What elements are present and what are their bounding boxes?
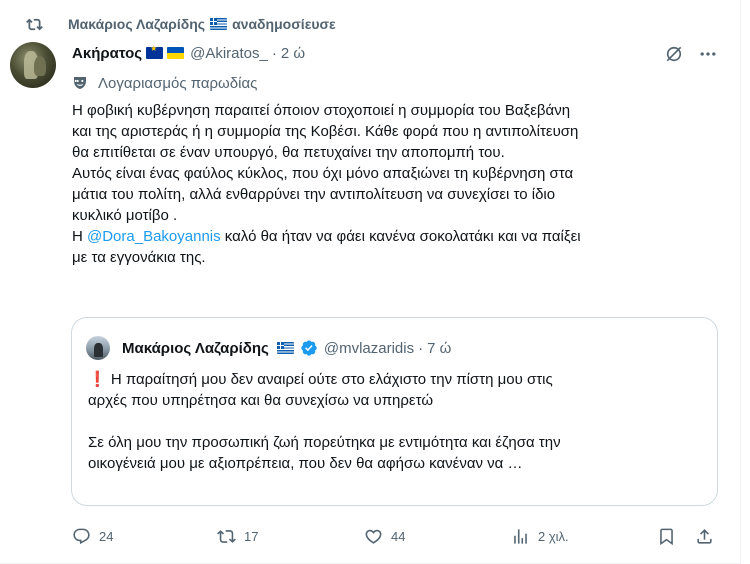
grok-icon[interactable] bbox=[664, 44, 684, 64]
parody-label: Λογαριασμός παρωδίας bbox=[72, 73, 257, 93]
mention-prefix: Η bbox=[72, 228, 87, 245]
parody-text: Λογαριασμός παρωδίας bbox=[98, 74, 258, 92]
more-options-icon[interactable] bbox=[698, 44, 718, 64]
reply-count: 24 bbox=[99, 528, 114, 544]
post-line: κυκλικό μοτίβο . bbox=[72, 207, 178, 224]
repost-icon bbox=[217, 529, 236, 543]
reply-button[interactable]: 24 bbox=[72, 524, 113, 548]
ukraine-flag-icon bbox=[167, 47, 185, 59]
action-bar: 24 17 44 2 χιλ. bbox=[72, 524, 722, 548]
quoted-line: ❗ Η παραίτησή μου δεν αναιρεί ούτε στο ε… bbox=[88, 371, 553, 388]
views-chart-icon bbox=[514, 528, 527, 544]
views-count: 2 χιλ. bbox=[538, 528, 569, 544]
bookmark-button[interactable] bbox=[657, 524, 676, 548]
repost-user-name[interactable]: Μακάριος Λαζαρίδης bbox=[68, 16, 205, 32]
quoted-separator: · bbox=[418, 339, 424, 357]
post-line-mention: Η @Dora_Bakoyannis καλό θα ήταν να φάει … bbox=[72, 226, 722, 247]
post-line: και της αριστεράς ή η συμμορία της Κοβέσ… bbox=[72, 123, 579, 140]
verified-badge-icon bbox=[301, 340, 317, 356]
share-icon bbox=[697, 528, 712, 544]
quoted-line: Σε όλη μου την προσωπική ζωή πορεύτηκα μ… bbox=[88, 434, 561, 451]
post-line: Η φοβική κυβέρνηση παραιτεί όποιον στοχο… bbox=[72, 102, 571, 119]
reply-icon bbox=[73, 528, 90, 544]
quoted-header: Μακάριος Λαζαρίδης @mvlazaridis · 7 ώ bbox=[122, 337, 451, 359]
post-text: Η φοβική κυβέρνηση παραιτεί όποιον στοχο… bbox=[72, 100, 722, 268]
quoted-timestamp[interactable]: 7 ώ bbox=[427, 340, 451, 357]
quoted-author-handle[interactable]: @mvlazaridis bbox=[324, 340, 414, 357]
post-line: μάτια του πολίτη, αλλά ενθαρρύνει την αν… bbox=[72, 186, 556, 203]
repost-suffix: αναδημοσίευσε bbox=[232, 16, 336, 32]
column-border bbox=[740, 0, 741, 564]
header-separator: · bbox=[271, 44, 277, 62]
author-avatar[interactable] bbox=[10, 42, 56, 88]
post-timestamp[interactable]: 2 ώ bbox=[281, 45, 305, 62]
quoted-text: ❗ Η παραίτησή μου δεν αναιρεί ούτε στο ε… bbox=[88, 369, 708, 474]
quoted-line: αρχές που υπηρέτησα και θα συνεχίσω να υ… bbox=[88, 392, 434, 409]
greek-flag-icon bbox=[210, 18, 228, 30]
post-line: Αυτός είναι ένας φαύλος κύκλος, που όχι … bbox=[72, 165, 574, 182]
heart-icon bbox=[365, 529, 382, 544]
greek-flag-icon bbox=[276, 342, 294, 354]
repost-count: 17 bbox=[244, 528, 259, 544]
author-display-name[interactable]: Ακήρατος bbox=[72, 45, 142, 62]
quoted-post[interactable]: Μακάριος Λαζαρίδης @mvlazaridis · 7 ώ ❗ … bbox=[71, 317, 718, 506]
views-button[interactable]: 2 χιλ. bbox=[511, 524, 569, 548]
quoted-line: οικογένειά μου με αξιοπρέπεια, που δεν θ… bbox=[88, 455, 523, 472]
repost-icon bbox=[26, 18, 43, 30]
post-line: με τα εγγονάκια της. bbox=[72, 249, 206, 266]
author-handle[interactable]: @Akiratos_ bbox=[190, 45, 268, 62]
post-header: Ακήρατος @Akiratos_ · 2 ώ bbox=[72, 42, 305, 64]
parody-mask-icon bbox=[74, 77, 86, 89]
like-count: 44 bbox=[391, 528, 406, 544]
mention-rest: καλό θα ήταν να φάει κανένα σοκολατάκι κ… bbox=[220, 228, 581, 245]
quoted-author-name[interactable]: Μακάριος Λαζαρίδης bbox=[122, 340, 269, 357]
mention-link[interactable]: @Dora_Bakoyannis bbox=[87, 228, 221, 245]
repost-button[interactable]: 17 bbox=[217, 524, 258, 548]
bookmark-icon bbox=[660, 528, 673, 545]
quoted-author-avatar[interactable] bbox=[86, 336, 110, 360]
tweet-page: Μακάριος Λαζαρίδης αναδημοσίευσε Ακήρατο… bbox=[0, 0, 750, 564]
share-button[interactable] bbox=[695, 524, 714, 548]
like-button[interactable]: 44 bbox=[364, 524, 405, 548]
eu-flag-icon bbox=[146, 44, 164, 59]
post-line: θα επιτίθεται σε έναν υπουργό, θα πετυχα… bbox=[72, 144, 505, 161]
repost-indicator[interactable]: Μακάριος Λαζαρίδης αναδημοσίευσε bbox=[26, 14, 336, 34]
